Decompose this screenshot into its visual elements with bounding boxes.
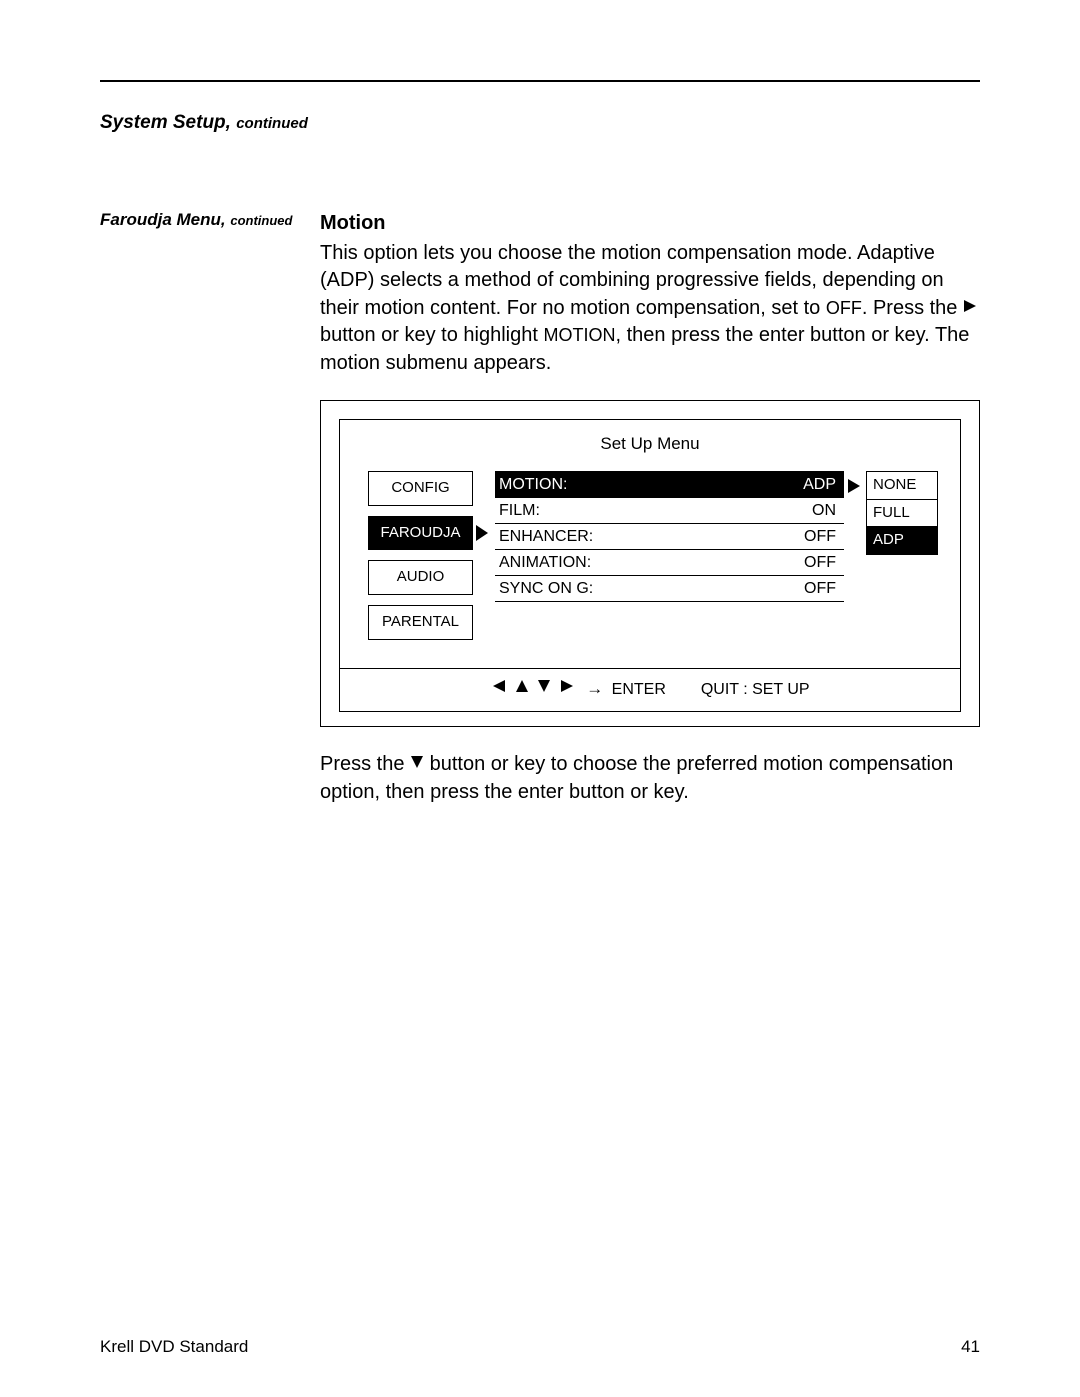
down-triangle-icon [537,678,551,700]
running-head-section: System Setup, [100,112,231,133]
osd-tab-list: CONFIG FAROUDJA AUDIO PARENTAL [368,471,473,650]
p1-b: . Press the [862,297,963,319]
section-title: Motion [320,210,980,238]
param-value: OFF [804,552,836,574]
left-triangle-icon [492,678,506,700]
osd-param-motion[interactable]: MOTION: ADP [495,471,844,497]
right-triangle-icon [963,294,977,322]
osd-tab-label: PARENTAL [382,613,459,630]
side-column: Faroudja Menu, continued [100,210,320,806]
param-label: MOTION: [499,474,567,496]
up-triangle-icon [515,678,529,700]
osd-param-enhancer[interactable]: ENHANCER: OFF [495,523,844,549]
osd-param-syncong[interactable]: SYNC ON G: OFF [495,575,844,601]
osd-footer-enter: ENTER [612,681,666,698]
osd-param-list: MOTION: ADP FILM: ON ENHANCER: [495,471,844,650]
right-triangle-icon [476,525,488,548]
param-label: FILM: [499,500,540,522]
osd-opt-none[interactable]: NONE [866,471,938,500]
opt-label: ADP [873,531,904,548]
param-value: ADP [803,474,836,496]
osd-title: Set Up Menu [340,432,960,455]
osd-tab-label: CONFIG [391,479,449,496]
param-value: ON [812,500,836,522]
param-label: ENHANCER: [499,526,593,548]
param-label: ANIMATION: [499,552,591,574]
p2-a: Press the [320,753,410,775]
main-column: Motion This option lets you choose the m… [320,210,980,806]
side-title: Faroudja Menu, [100,210,226,229]
p1-c: button or key to highlight [320,324,543,346]
osd-tab-config[interactable]: CONFIG [368,471,473,506]
footer-page-number: 41 [961,1337,980,1357]
p1-motion: MOTION [543,325,615,345]
param-label: SYNC ON G: [499,578,593,600]
osd-param-animation[interactable]: ANIMATION: OFF [495,549,844,575]
opt-label: NONE [873,476,916,493]
down-triangle-icon [410,750,424,778]
osd-tab-audio[interactable]: AUDIO [368,560,473,595]
running-head-continued: continued [236,115,308,132]
footer-left: Krell DVD Standard [100,1337,248,1357]
side-continued: continued [230,213,292,228]
osd-tab-label: FAROUDJA [380,524,460,541]
osd-option-list: NONE FULL ADP [866,471,938,650]
opt-label: FULL [873,504,910,521]
page-footer: Krell DVD Standard 41 [100,1337,980,1357]
osd-tab-faroudja[interactable]: FAROUDJA [368,516,473,551]
osd-param-film[interactable]: FILM: ON [495,497,844,523]
osd-footer-quit: QUIT : SET UP [701,681,810,698]
right-triangle-icon [848,478,860,500]
main-paragraph-2: Press the button or key to choose the pr… [320,751,980,806]
osd-opt-adp[interactable]: ADP [866,527,938,555]
param-value: OFF [804,526,836,548]
main-paragraph-1: This option lets you choose the motion c… [320,240,980,378]
top-rule [100,80,980,82]
osd-opt-full[interactable]: FULL [866,500,938,528]
p1-off: OFF [826,298,862,318]
osd-outer-box: Set Up Menu CONFIG FAROUDJA AUDIO PARENT… [320,400,980,727]
arrow-right-icon: → [586,679,603,698]
osd-tab-parental[interactable]: PARENTAL [368,605,473,640]
param-value: OFF [804,578,836,600]
right-triangle-icon [560,678,574,700]
osd-footer: → ENTER QUIT : SET UP [340,668,960,711]
osd-tab-label: AUDIO [397,568,445,585]
osd-inner-box: Set Up Menu CONFIG FAROUDJA AUDIO PARENT… [339,419,961,712]
running-head: System Setup, continued [100,112,980,134]
